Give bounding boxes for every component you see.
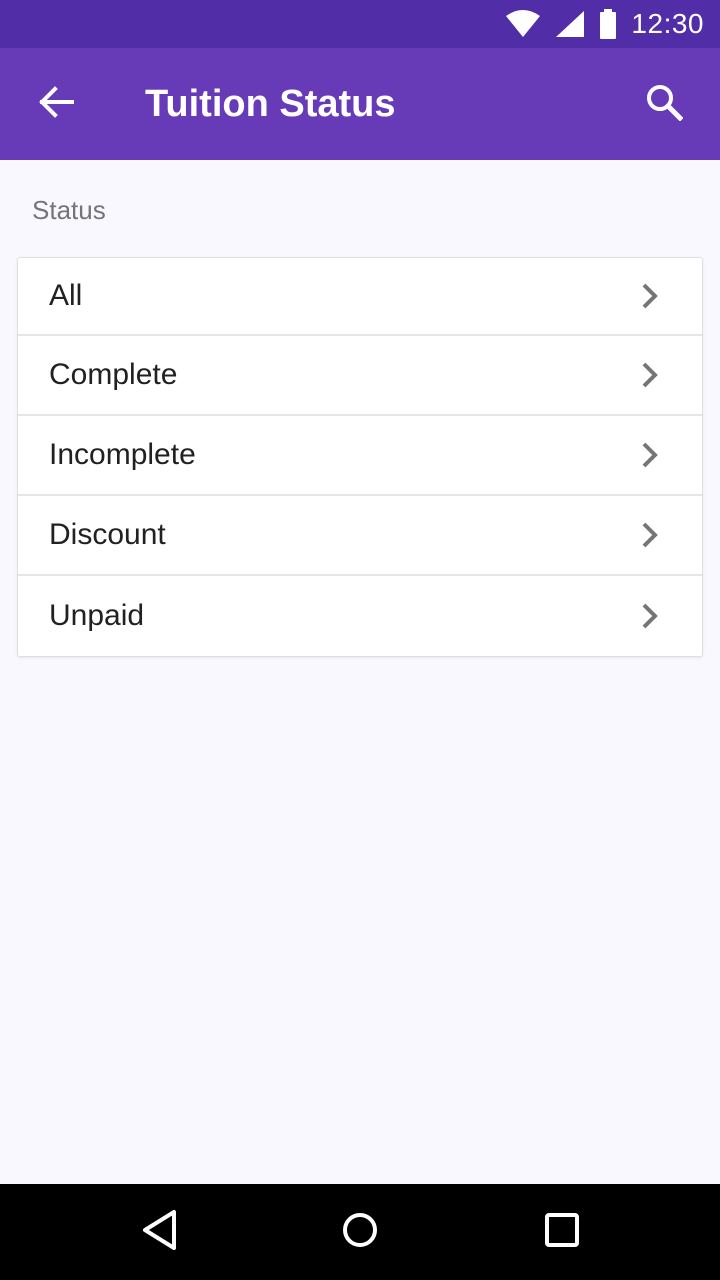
status-bar: 12:30 — [0, 0, 720, 48]
search-button[interactable] — [636, 76, 692, 132]
chevron-right-icon — [638, 521, 662, 549]
home-circle-icon — [340, 1210, 380, 1255]
chevron-right-icon — [638, 282, 662, 310]
chevron-right-icon — [638, 602, 662, 630]
back-triangle-icon — [140, 1209, 180, 1256]
wifi-icon — [505, 10, 541, 38]
screen: 12:30 Tuition Status Status All Complete… — [0, 0, 720, 1280]
chevron-right-icon — [638, 361, 662, 389]
status-time: 12:30 — [631, 8, 704, 39]
cell-signal-icon — [555, 10, 585, 38]
battery-icon — [599, 9, 617, 39]
status-item-label: Unpaid — [49, 599, 145, 632]
search-icon — [645, 83, 684, 126]
app-bar: Tuition Status — [0, 48, 720, 160]
status-item-label: All — [49, 279, 83, 312]
nav-home-button[interactable] — [332, 1204, 388, 1260]
arrow-left-icon — [38, 85, 74, 123]
section-header: Status — [32, 195, 106, 225]
chevron-right-icon — [638, 441, 662, 469]
status-item-label: Incomplete — [49, 438, 196, 471]
status-item-label: Discount — [49, 518, 166, 551]
status-item-complete[interactable]: Complete — [18, 336, 702, 416]
page-title: Tuition Status — [145, 83, 396, 125]
status-list-card: All Complete Incomplete Discount Unpaid — [17, 257, 703, 657]
system-nav-bar — [0, 1184, 720, 1280]
status-item-label: Complete — [49, 358, 178, 391]
status-item-unpaid[interactable]: Unpaid — [18, 576, 702, 656]
nav-back-button[interactable] — [132, 1204, 188, 1260]
status-icons: 12:30 — [505, 0, 704, 48]
nav-recents-button[interactable] — [534, 1204, 590, 1260]
recents-square-icon — [542, 1210, 582, 1255]
status-item-discount[interactable]: Discount — [18, 496, 702, 576]
back-button[interactable] — [28, 76, 84, 132]
status-item-all[interactable]: All — [18, 258, 702, 336]
status-item-incomplete[interactable]: Incomplete — [18, 416, 702, 496]
